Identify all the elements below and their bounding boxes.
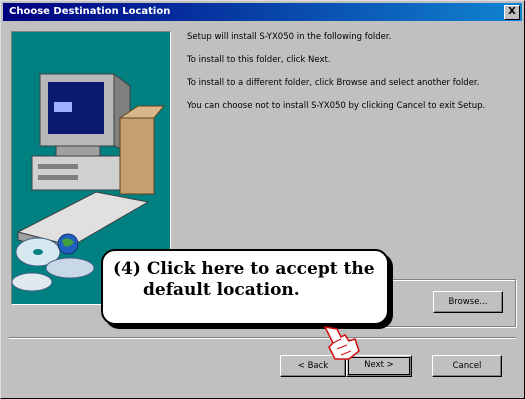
callout-line-2: default location.: [143, 280, 300, 300]
cd-discs-icon: [12, 233, 95, 292]
instruction-callout: (4) Click here to accept the default loc…: [101, 249, 389, 325]
computer-illustration-icon: [16, 73, 166, 255]
instruction-line-1: Setup will install S-YX050 in the follow…: [187, 32, 392, 42]
window-title: Choose Destination Location: [9, 6, 171, 17]
cancel-button[interactable]: Cancel: [432, 355, 502, 377]
browse-button[interactable]: Browse...: [433, 291, 503, 313]
hand-pointer-icon: [323, 326, 360, 360]
instruction-line-3: To install to a different folder, click …: [187, 78, 480, 88]
instruction-line-2: To install to this folder, click Next.: [187, 55, 331, 65]
callout-text-1: Click here to accept the: [146, 259, 375, 279]
setup-dialog: Choose Destination Location X Setup will…: [0, 0, 525, 399]
separator: [9, 337, 516, 339]
callout-line-1: (4) Click here to accept the: [113, 259, 377, 280]
close-button[interactable]: X: [504, 5, 520, 20]
title-bar: Choose Destination Location X: [3, 3, 522, 21]
instruction-line-4: You can choose not to install S-YX050 by…: [187, 101, 486, 111]
callout-number: (4): [113, 259, 141, 279]
instructions: Setup will install S-YX050 in the follow…: [187, 31, 517, 123]
